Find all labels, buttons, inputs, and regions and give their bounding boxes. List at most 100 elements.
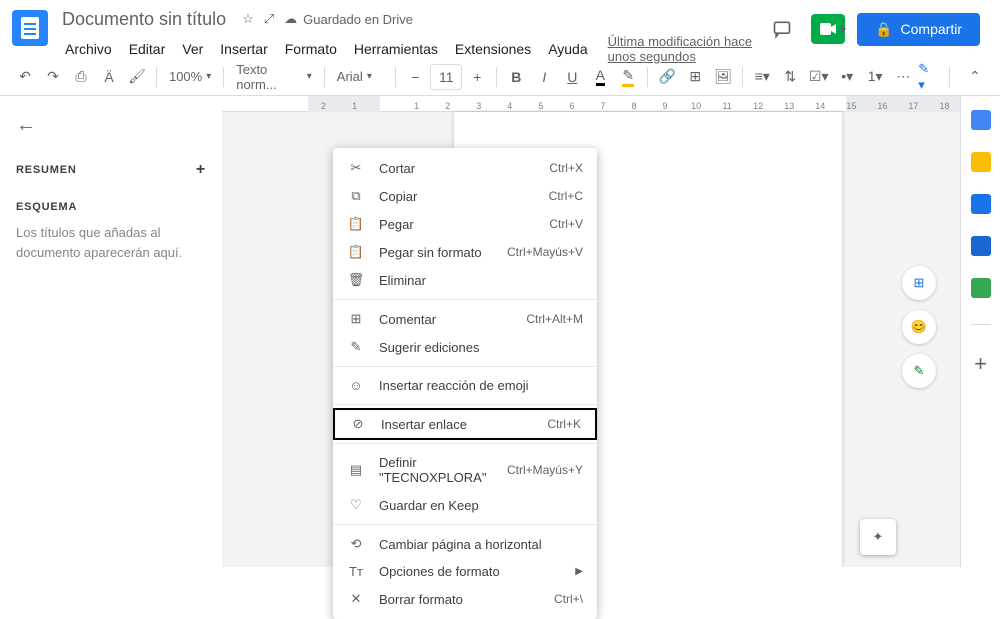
ctx-define-label: Definir "TECNOXPLORA" xyxy=(379,455,493,485)
side-app-contacts[interactable] xyxy=(971,236,991,256)
ctx-insert-link-label: Insertar enlace xyxy=(381,417,533,432)
menu-ayuda[interactable]: Ayuda xyxy=(541,37,594,61)
menu-formato[interactable]: Formato xyxy=(278,37,344,61)
cloud-icon: ☁ xyxy=(284,11,297,27)
ctx-suggest-icon: ✎ xyxy=(347,339,365,355)
bold-button[interactable]: B xyxy=(503,64,529,90)
ctx-clear-format-icon: ✕ xyxy=(347,591,365,607)
move-icon[interactable]: ⤢ xyxy=(264,11,274,27)
menu-editar[interactable]: Editar xyxy=(122,37,173,61)
ctx-suggest[interactable]: ✎Sugerir ediciones xyxy=(333,333,597,361)
bulleted-list-button[interactable]: •▾ xyxy=(834,64,860,90)
ctx-paste[interactable]: 📋PegarCtrl+V xyxy=(333,210,597,238)
style-select[interactable]: Texto norm... xyxy=(230,64,318,90)
explore-button[interactable]: ✦ xyxy=(860,519,896,555)
document-title[interactable]: Documento sin título xyxy=(58,9,230,30)
share-label: Compartir xyxy=(901,21,962,37)
insert-comment-button[interactable]: ⊞ xyxy=(682,64,708,90)
spellcheck-button[interactable]: Ä xyxy=(96,64,122,90)
add-comment-rail-button[interactable]: ⊞ xyxy=(902,266,936,300)
ctx-cut-shortcut: Ctrl+X xyxy=(549,161,583,175)
line-spacing-button[interactable]: ⇅ xyxy=(777,64,803,90)
checklist-button[interactable]: ☑▾ xyxy=(805,64,832,90)
menu-herramientas[interactable]: Herramientas xyxy=(347,37,445,61)
ruler-tick: 7 xyxy=(587,101,618,111)
meet-button[interactable] xyxy=(811,14,845,44)
ruler-tick: 15 xyxy=(836,101,867,111)
ctx-cut[interactable]: ✂CortarCtrl+X xyxy=(333,154,597,182)
ctx-cut-icon: ✂ xyxy=(347,160,365,176)
ctx-emoji[interactable]: ☺Insertar reacción de emoji xyxy=(333,372,597,399)
last-edit-link[interactable]: Última modificación hace unos segundos xyxy=(608,34,765,64)
ctx-format-options-label: Opciones de formato xyxy=(379,564,561,579)
editing-mode-button[interactable]: ✎ ▾ xyxy=(918,61,937,93)
side-app-keep[interactable] xyxy=(971,152,991,172)
share-button[interactable]: 🔒 Compartir xyxy=(857,13,980,46)
menu-ver[interactable]: Ver xyxy=(175,37,210,61)
font-select[interactable]: Arial xyxy=(331,64,390,90)
collapse-button[interactable]: ⌃ xyxy=(962,64,988,90)
ctx-comment[interactable]: ⊞ComentarCtrl+Alt+M xyxy=(333,305,597,333)
text-color-button[interactable]: A xyxy=(587,64,613,90)
ctx-paste-plain[interactable]: 📋Pegar sin formatoCtrl+Mayús+V xyxy=(333,238,597,266)
docs-logo[interactable] xyxy=(12,10,48,46)
paint-format-button[interactable]: 🖌 xyxy=(124,64,150,90)
menu-extensiones[interactable]: Extensiones xyxy=(448,37,538,61)
print-button[interactable]: ⎙ xyxy=(68,64,94,90)
star-icon[interactable]: ☆ xyxy=(242,11,254,27)
ruler-tick: 3 xyxy=(463,101,494,111)
ctx-delete[interactable]: 🗑Eliminar xyxy=(333,266,597,294)
add-emoji-rail-button[interactable]: 😊 xyxy=(902,310,936,344)
insert-image-button[interactable]: 🖼 xyxy=(710,64,736,90)
ctx-insert-link[interactable]: ⊘Insertar enlaceCtrl+K xyxy=(333,408,597,440)
context-menu: ✂CortarCtrl+X⧉CopiarCtrl+C📋PegarCtrl+V📋P… xyxy=(333,148,597,619)
ruler-tick: 1 xyxy=(401,101,432,111)
menu-archivo[interactable]: Archivo xyxy=(58,37,119,61)
side-panel: + xyxy=(960,96,1000,567)
add-addon-button[interactable]: + xyxy=(974,351,987,377)
more-button[interactable]: ⋯ xyxy=(890,64,916,90)
align-button[interactable]: ≡▾ xyxy=(749,64,775,90)
ctx-paste-plain-label: Pegar sin formato xyxy=(379,245,493,260)
ruler-tick: 10 xyxy=(681,101,712,111)
insert-link-button[interactable]: 🔗 xyxy=(654,64,680,90)
add-summary-button[interactable]: + xyxy=(196,161,206,179)
redo-button[interactable]: ↷ xyxy=(40,64,66,90)
ctx-copy-icon: ⧉ xyxy=(347,188,365,204)
context-menu-separator xyxy=(333,404,597,405)
save-status[interactable]: ☁ Guardado en Drive xyxy=(284,11,413,27)
ctx-insert-link-icon: ⊘ xyxy=(349,416,367,432)
context-menu-separator xyxy=(333,366,597,367)
decrease-font-button[interactable]: − xyxy=(402,64,428,90)
ctx-define[interactable]: ▤Definir "TECNOXPLORA"Ctrl+Mayús+Y xyxy=(333,449,597,491)
ctx-orientation-label: Cambiar página a horizontal xyxy=(379,537,583,552)
ctx-emoji-label: Insertar reacción de emoji xyxy=(379,378,583,393)
undo-button[interactable]: ↶ xyxy=(12,64,38,90)
side-app-maps[interactable] xyxy=(971,278,991,298)
lock-icon: 🔒 xyxy=(875,21,892,38)
comment-history-button[interactable] xyxy=(765,12,799,46)
font-size-input[interactable]: 11 xyxy=(430,64,462,90)
increase-font-button[interactable]: + xyxy=(464,64,490,90)
ctx-format-options[interactable]: TтOpciones de formato▶ xyxy=(333,558,597,585)
ctx-keep[interactable]: ♡Guardar en Keep xyxy=(333,491,597,519)
ruler-tick: 6 xyxy=(556,101,587,111)
side-app-calendar[interactable] xyxy=(971,110,991,130)
ctx-copy[interactable]: ⧉CopiarCtrl+C xyxy=(333,182,597,210)
italic-button[interactable]: I xyxy=(531,64,557,90)
ctx-clear-format[interactable]: ✕Borrar formatoCtrl+\ xyxy=(333,585,597,613)
ctx-comment-shortcut: Ctrl+Alt+M xyxy=(526,312,583,326)
ruler-tick: 4 xyxy=(494,101,525,111)
underline-button[interactable]: U xyxy=(559,64,585,90)
ctx-orientation[interactable]: ⟲Cambiar página a horizontal xyxy=(333,530,597,558)
suggest-rail-button[interactable]: ✎ xyxy=(902,354,936,388)
highlight-button[interactable]: ✎ xyxy=(615,64,641,90)
ruler-tick: 1 xyxy=(339,101,370,111)
back-button[interactable]: ← xyxy=(16,108,206,143)
ruler-tick: 18 xyxy=(929,101,960,111)
side-app-tasks[interactable] xyxy=(971,194,991,214)
ctx-comment-label: Comentar xyxy=(379,312,512,327)
numbered-list-button[interactable]: 1▾ xyxy=(862,64,888,90)
zoom-select[interactable]: 100% xyxy=(163,64,217,90)
menu-insertar[interactable]: Insertar xyxy=(213,37,274,61)
